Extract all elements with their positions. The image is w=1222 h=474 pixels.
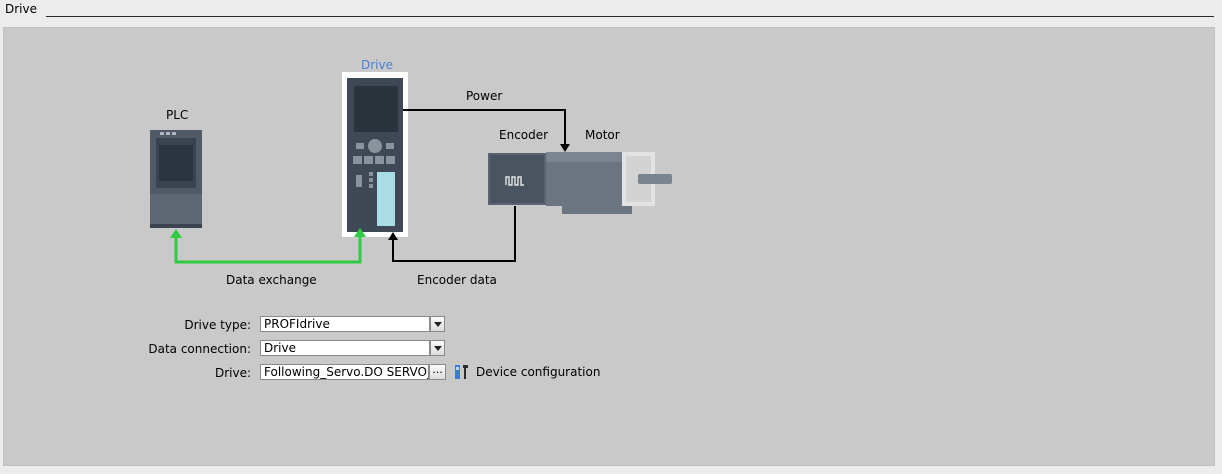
data-exchange-arrow-plc	[170, 229, 182, 238]
drive-type-dropdown-button[interactable]	[430, 316, 445, 332]
device-configuration-icon	[455, 365, 468, 379]
drive-field-label: Drive:	[214, 366, 251, 380]
plc-device[interactable]	[150, 130, 202, 228]
drive-panel: PLC Drive Power Encoder Motor Data excha…	[3, 27, 1215, 466]
device-configuration-link[interactable]: Device configuration	[454, 363, 600, 381]
encoder-label: Encoder	[499, 128, 549, 142]
drive-device[interactable]	[342, 72, 408, 237]
drive-input[interactable]: Following_Servo.DO SERVO_1	[260, 364, 429, 380]
data-connection-select[interactable]: Drive	[260, 340, 430, 356]
data-connection-dropdown-button[interactable]	[430, 340, 445, 356]
drive-label: Drive	[361, 58, 393, 72]
data-exchange-line	[174, 231, 362, 264]
drive-diagram	[150, 72, 672, 264]
power-label: Power	[466, 89, 503, 103]
section-divider	[46, 16, 1214, 17]
encoder-data-label: Encoder data	[417, 273, 497, 287]
motor-device[interactable]	[488, 152, 672, 214]
section-header: Drive	[0, 0, 1222, 22]
encoder-icon	[505, 176, 524, 186]
drive-browse-button[interactable]: ...	[429, 364, 446, 380]
section-title: Drive	[5, 2, 37, 16]
drive-type-select[interactable]: PROFIdrive	[260, 316, 430, 332]
encoder-data-line	[392, 206, 516, 262]
plc-label: PLC	[166, 108, 189, 122]
power-arrow	[560, 144, 570, 152]
device-configuration-label: Device configuration	[476, 365, 601, 379]
data-exchange-label: Data exchange	[226, 273, 317, 287]
motor-label: Motor	[585, 128, 620, 142]
data-connection-label: Data connection:	[148, 342, 251, 356]
drive-type-label: Drive type:	[184, 318, 251, 332]
